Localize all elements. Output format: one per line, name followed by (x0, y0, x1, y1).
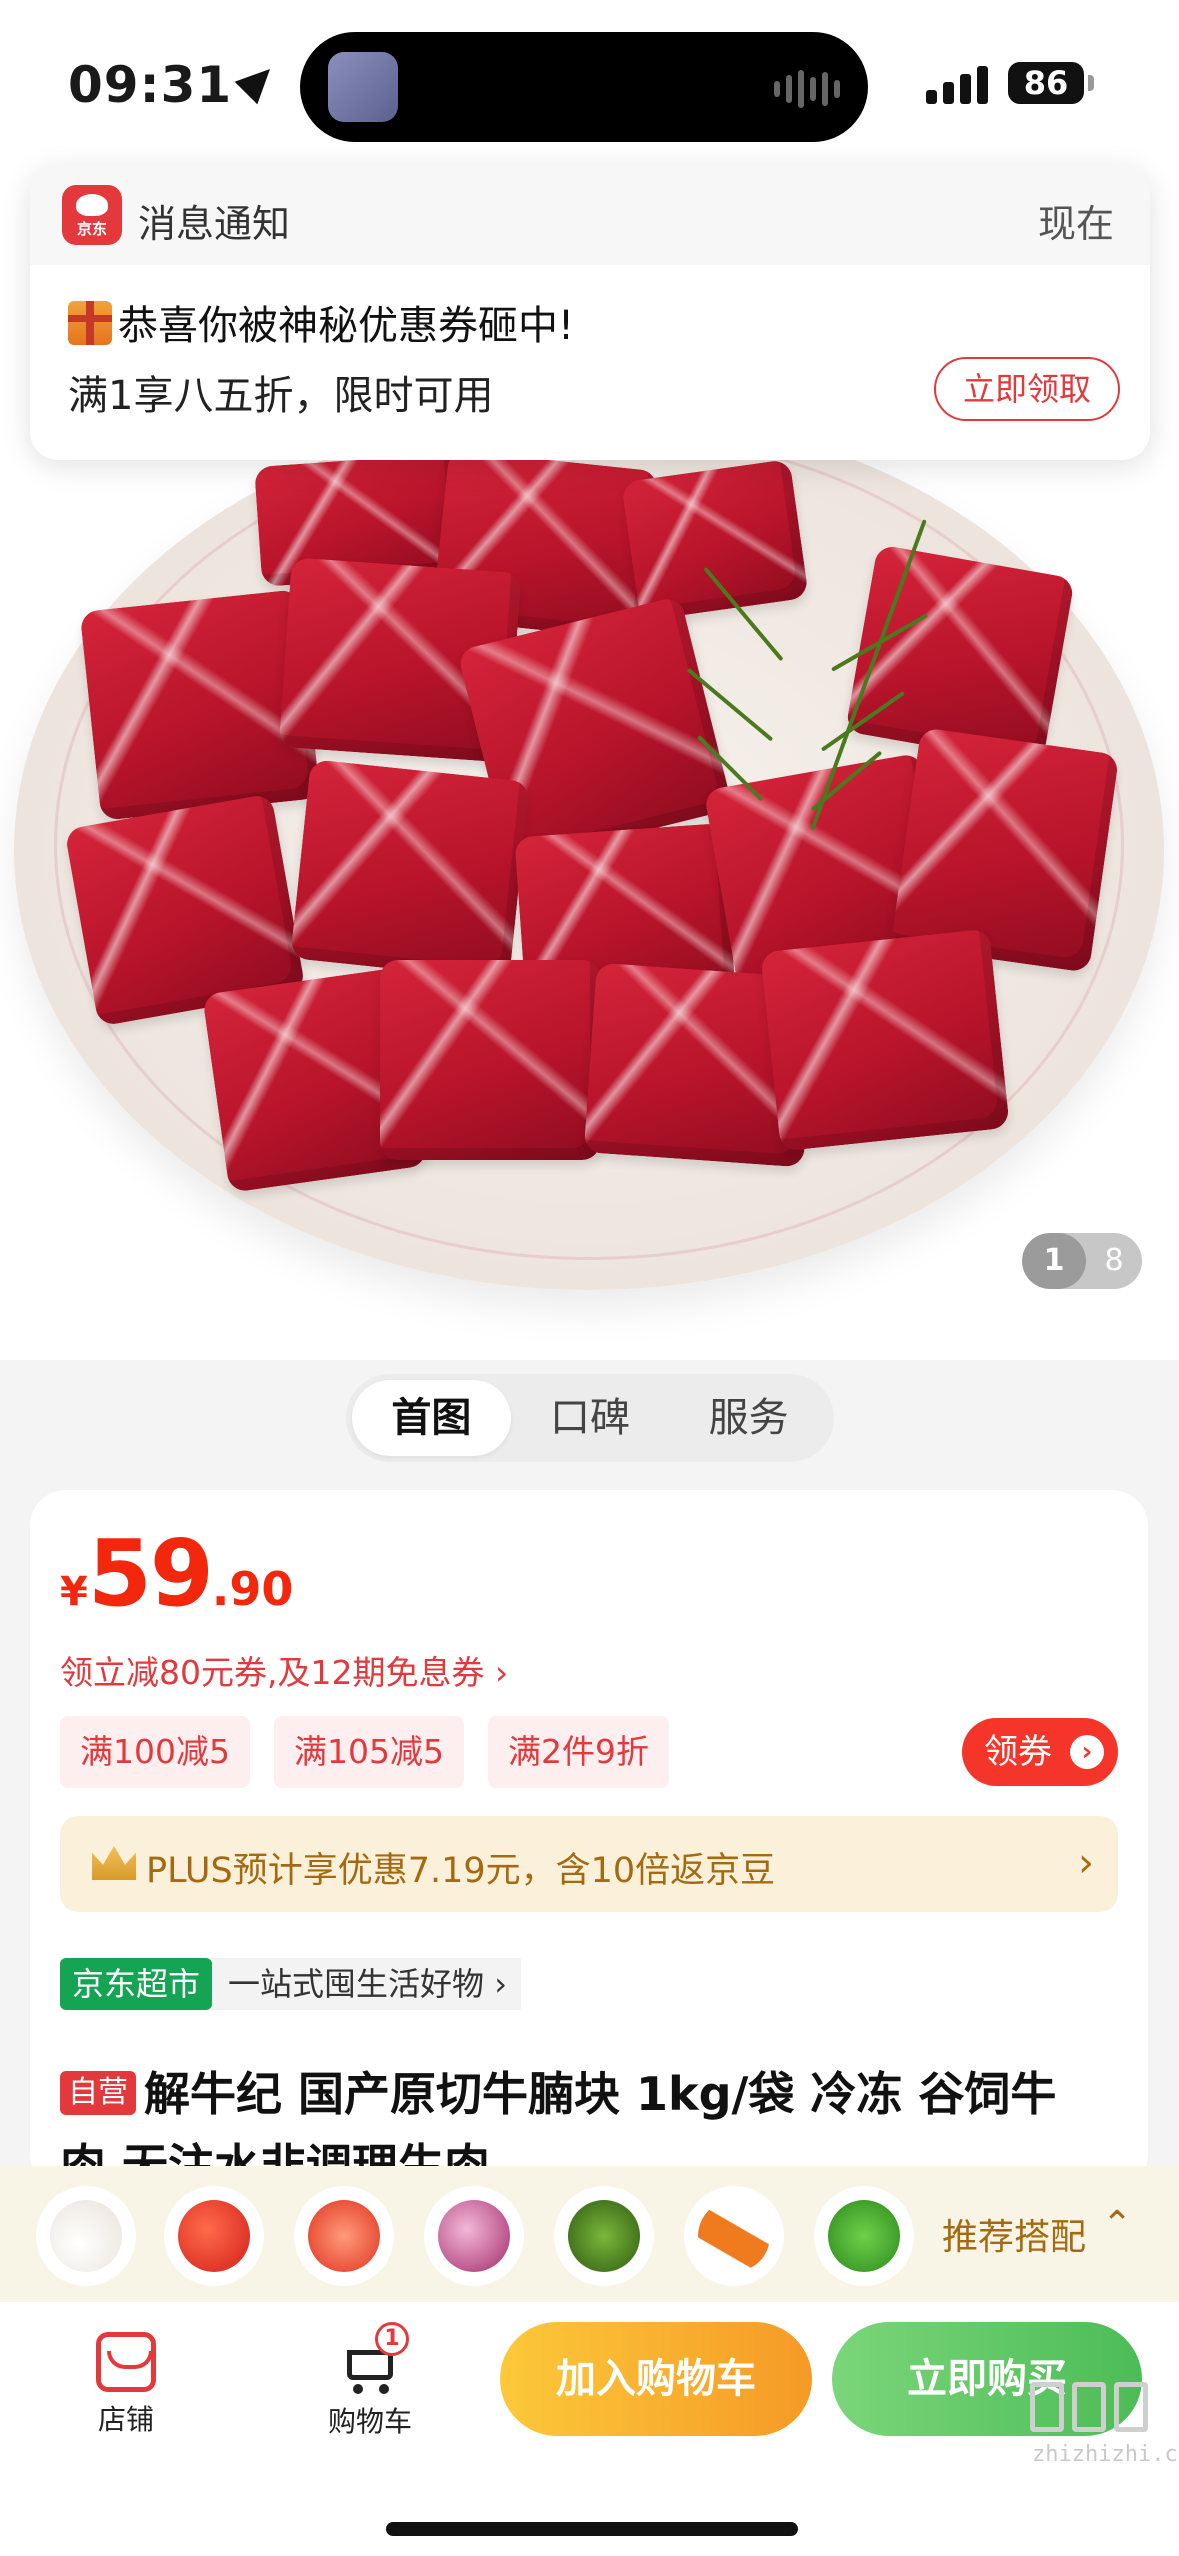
location-arrow-icon (234, 57, 282, 105)
chevron-up-icon[interactable]: ⌃ (1102, 2204, 1132, 2245)
cart-icon: 1 (339, 2322, 409, 2394)
status-bar: 09:31 86 (0, 0, 1179, 170)
home-indicator[interactable] (386, 2522, 798, 2536)
recommend-item-radish[interactable] (36, 2186, 136, 2286)
image-tabs: 首图 口碑 服务 (346, 1374, 834, 1462)
jd-app-icon: 京东 (62, 185, 122, 245)
cart-button[interactable]: 1 购物车 (300, 2322, 440, 2440)
product-title: 自营 解牛纪 国产原切牛腩块 1kg/袋 冷冻 谷饲牛 (60, 2052, 1120, 2136)
push-notification[interactable]: 京东 消息通知 现在 恭喜你被神秘优惠券砸中! 满1享八五折，限时可用 立即领取 (30, 165, 1150, 460)
store-row[interactable]: 京东超市 一站式囤生活好物 › (60, 1958, 521, 2010)
store-badge: 京东超市 (60, 1958, 213, 2010)
tab-service[interactable]: 服务 (669, 1380, 828, 1456)
battery-level: 86 (1023, 64, 1069, 102)
notification-body: 满1享八五折，限时可用 (68, 373, 494, 419)
shop-icon (96, 2332, 156, 2392)
audio-wave-icon (774, 70, 840, 108)
recommend-item-carrot[interactable] (684, 2186, 784, 2286)
image-counter-current: 1 (1022, 1233, 1086, 1289)
chevron-right-icon: › (1078, 1840, 1094, 1886)
battery-icon: 86 (1008, 62, 1094, 104)
notification-title: 恭喜你被神秘优惠券砸中! (68, 293, 574, 351)
crown-icon (92, 1846, 136, 1880)
price: ¥59.90 (60, 1520, 294, 1627)
cart-count-badge: 1 (375, 2322, 409, 2356)
tab-reviews[interactable]: 口碑 (511, 1380, 670, 1456)
image-counter: 1 8 (1022, 1233, 1142, 1289)
watermark-logo (1030, 2382, 1150, 2438)
add-to-cart-button[interactable]: 加入购物车 (500, 2322, 812, 2436)
bottom-action-bar: 店铺 1 购物车 加入购物车 立即购买 zhizhizhi.com (0, 2302, 1179, 2556)
recommend-label[interactable]: 推荐搭配 (942, 2208, 1086, 2260)
watermark-text: zhizhizhi.com (1032, 2442, 1179, 2467)
image-counter-total: 8 (1104, 1243, 1124, 1278)
shop-button[interactable]: 店铺 (56, 2332, 196, 2438)
cell-signal-icon (926, 66, 988, 104)
dynamic-island[interactable] (300, 32, 868, 142)
recommend-item-greens[interactable] (554, 2186, 654, 2286)
get-coupon-button[interactable]: 领券 › (962, 1718, 1118, 1786)
promo-tags: 满100减5 满105减5 满2件9折 (60, 1716, 669, 1788)
self-operated-tag: 自营 (60, 2071, 136, 2115)
shop-label: 店铺 (97, 2403, 154, 2436)
notification-header: 京东 消息通知 现在 (30, 165, 1150, 265)
store-slogan: 一站式囤生活好物 › (212, 1958, 521, 2010)
coupon-promo-link[interactable]: 领立减80元券,及12期免息券 › (60, 1646, 508, 1694)
promo-tag[interactable]: 满100减5 (60, 1716, 250, 1788)
notification-app-name: 消息通知 (138, 202, 291, 246)
recommend-item-onion[interactable] (424, 2186, 524, 2286)
tab-main-image[interactable]: 首图 (352, 1380, 511, 1456)
plus-discount-text: PLUS预计享优惠7.19元，含10倍返京豆 (146, 1851, 776, 1891)
recommend-item-tomato-slice[interactable] (294, 2186, 394, 2286)
promo-tag[interactable]: 满2件9折 (487, 1716, 669, 1788)
dill-garnish-graphic (686, 500, 929, 831)
gift-icon (68, 301, 112, 345)
recommend-item-tomato[interactable] (164, 2186, 264, 2286)
cart-label: 购物车 (327, 2405, 412, 2438)
status-time: 09:31 (68, 56, 282, 114)
product-info-card: ¥59.90 领立减80元券,及12期免息券 › 满100减5 满105减5 满… (30, 1490, 1148, 2193)
claim-now-button[interactable]: 立即领取 (934, 357, 1120, 421)
chevron-right-icon: › (1070, 1735, 1104, 1769)
island-app-icon (328, 52, 398, 122)
notification-time: 现在 (1037, 202, 1114, 246)
recommend-item-pepper[interactable] (814, 2186, 914, 2286)
recommend-strip: 推荐搭配 ⌃ (0, 2166, 1179, 2302)
plus-member-bar[interactable]: PLUS预计享优惠7.19元，含10倍返京豆 › (60, 1816, 1118, 1912)
promo-tag[interactable]: 满105减5 (273, 1716, 464, 1788)
